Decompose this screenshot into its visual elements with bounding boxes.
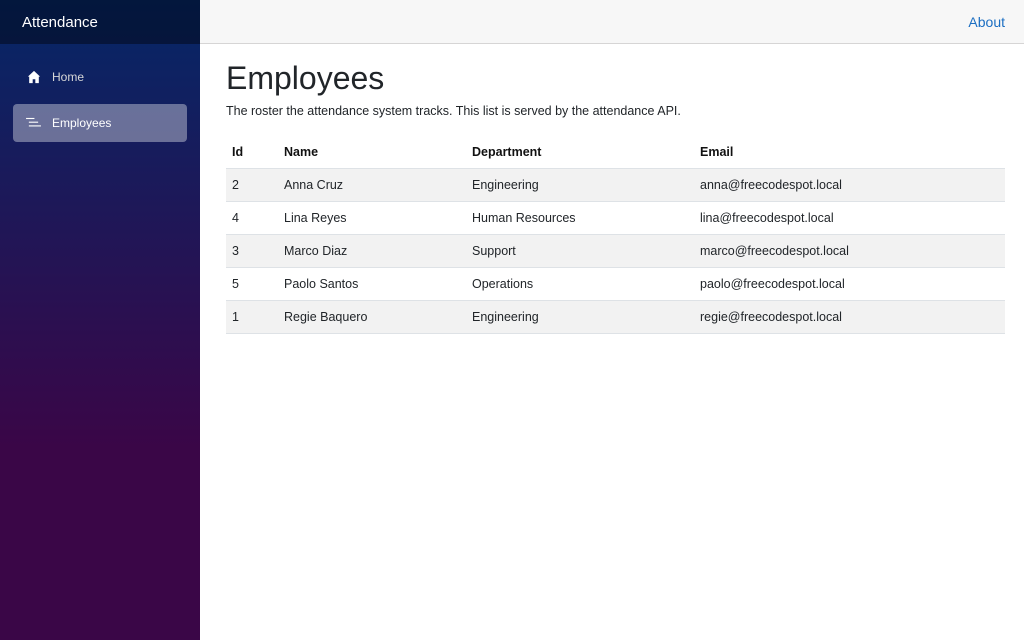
cell-name: Regie Baquero — [278, 300, 466, 334]
cell-id: 3 — [226, 234, 278, 268]
table-header-row: Id Name Department Email — [226, 136, 1005, 169]
cell-id: 5 — [226, 267, 278, 301]
table-row: 1 Regie Baquero Engineering regie@freeco… — [226, 300, 1005, 334]
cell-department: Engineering — [466, 300, 694, 334]
sidebar-item-employees[interactable]: Employees — [13, 104, 187, 142]
cell-department: Support — [466, 234, 694, 268]
brand-link[interactable]: Attendance — [22, 14, 98, 31]
sidebar-item-home[interactable]: Home — [13, 58, 187, 96]
about-link[interactable]: About — [968, 14, 1005, 30]
cell-id: 1 — [226, 300, 278, 334]
cell-name: Paolo Santos — [278, 267, 466, 301]
cell-email: regie@freecodespot.local — [694, 300, 1005, 334]
page-title: Employees — [226, 60, 385, 96]
column-header-department: Department — [466, 136, 694, 169]
table-row: 2 Anna Cruz Engineering anna@freecodespo… — [226, 168, 1005, 202]
sidebar-item-label: Employees — [52, 116, 112, 130]
sidebar: Attendance Home Employees — [0, 0, 200, 640]
list-icon — [26, 116, 41, 131]
cell-email: anna@freecodespot.local — [694, 168, 1005, 202]
cell-department: Engineering — [466, 168, 694, 202]
table-row: 3 Marco Diaz Support marco@freecodespot.… — [226, 234, 1005, 268]
sidebar-item-label: Home — [52, 70, 85, 84]
cell-id: 4 — [226, 201, 278, 235]
sidebar-nav: Home Employees — [0, 44, 200, 142]
page-subtitle: The roster the attendance system tracks.… — [226, 104, 681, 118]
cell-department: Human Resources — [466, 201, 694, 235]
top-bar: About — [200, 0, 1024, 44]
brand-bar: Attendance — [0, 0, 200, 44]
cell-department: Operations — [466, 267, 694, 301]
table-row: 5 Paolo Santos Operations paolo@freecode… — [226, 267, 1005, 301]
cell-id: 2 — [226, 168, 278, 202]
column-header-id: Id — [226, 136, 278, 169]
main-content: Employees The roster the attendance syst… — [226, 58, 1005, 334]
column-header-name: Name — [278, 136, 466, 169]
cell-name: Lina Reyes — [278, 201, 466, 235]
cell-email: paolo@freecodespot.local — [694, 267, 1005, 301]
table-row: 4 Lina Reyes Human Resources lina@freeco… — [226, 201, 1005, 235]
column-header-email: Email — [694, 136, 1005, 169]
cell-name: Marco Diaz — [278, 234, 466, 268]
home-icon — [26, 70, 41, 85]
cell-name: Anna Cruz — [278, 168, 466, 202]
cell-email: marco@freecodespot.local — [694, 234, 1005, 268]
employees-table: Id Name Department Email 2 Anna Cruz Eng… — [226, 136, 1005, 334]
cell-email: lina@freecodespot.local — [694, 201, 1005, 235]
